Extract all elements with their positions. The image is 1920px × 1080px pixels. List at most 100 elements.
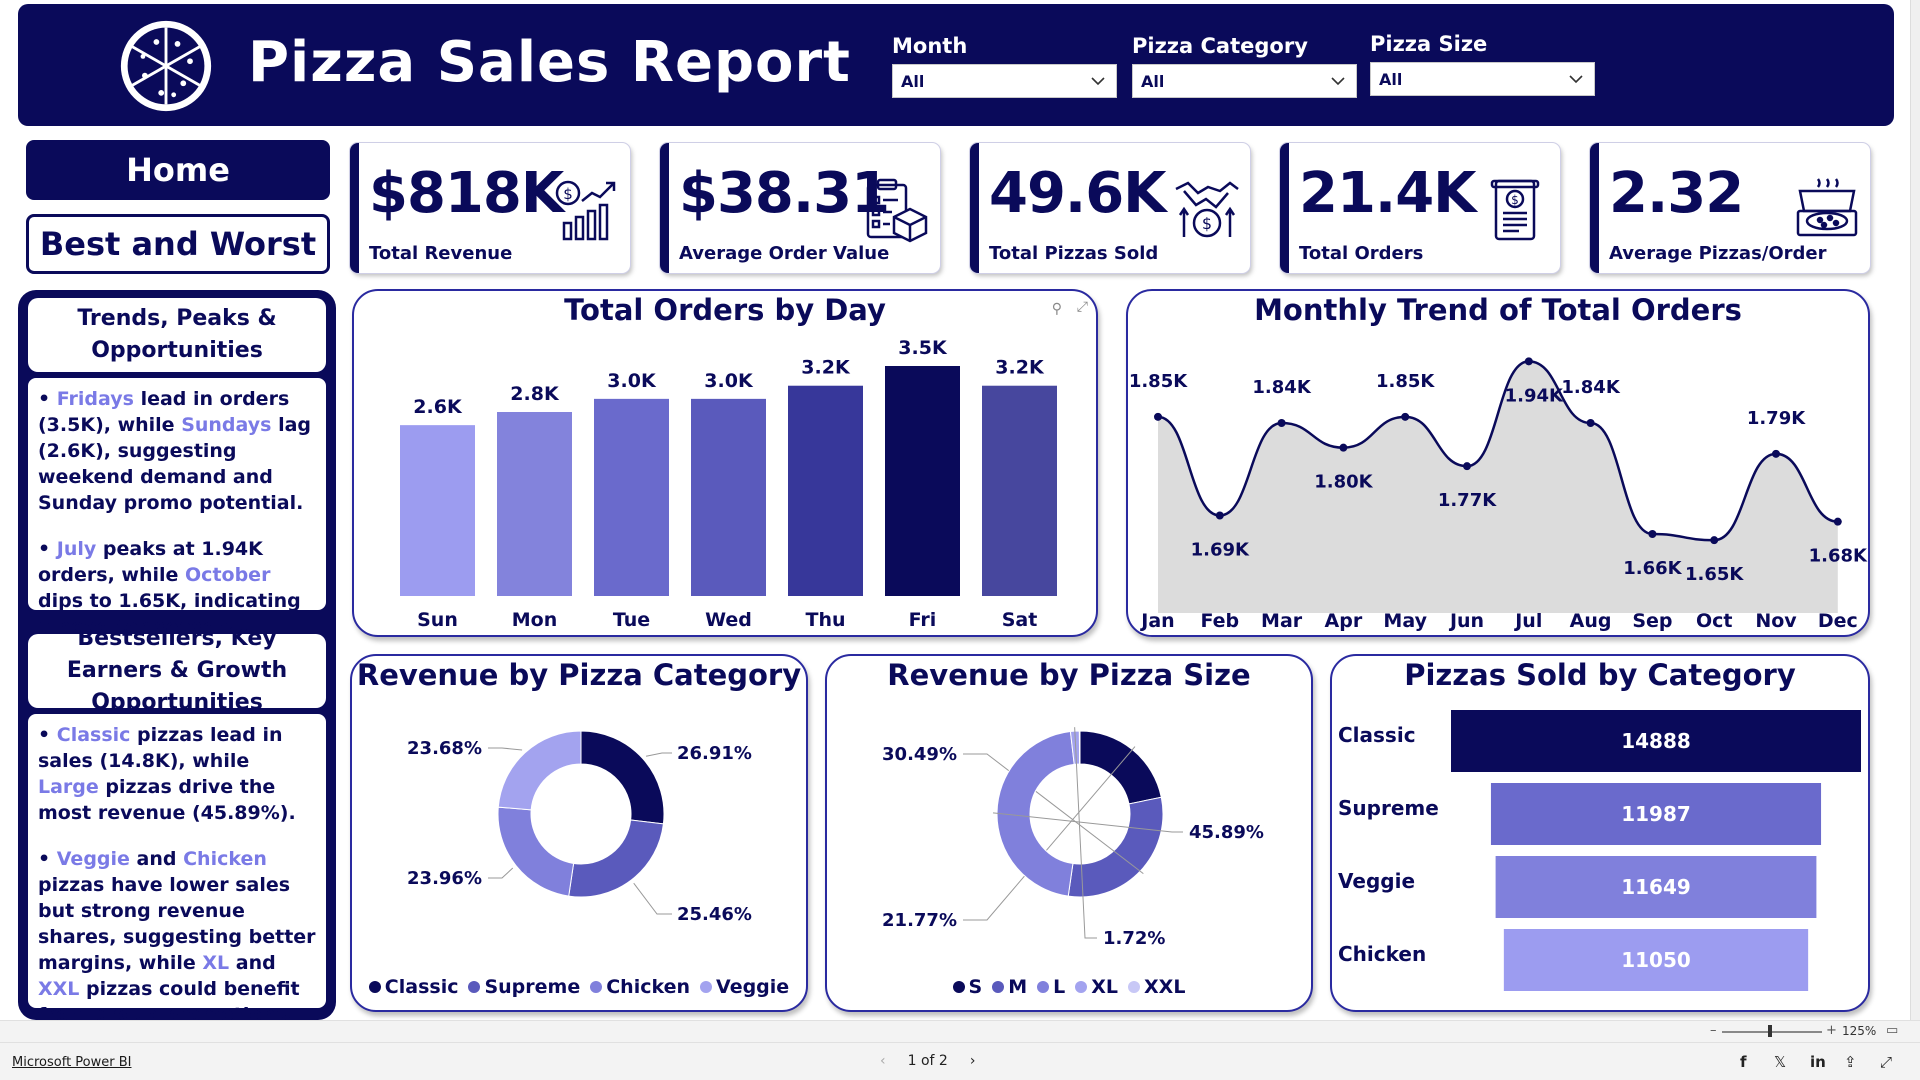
chart-title: Pizzas Sold by Category xyxy=(1404,658,1796,692)
facebook-icon[interactable]: f xyxy=(1740,1053,1747,1071)
insight-highlight: July xyxy=(56,538,97,560)
vertical-scrollbar[interactable] xyxy=(1910,0,1920,1020)
data-label: 11649 xyxy=(1621,875,1691,899)
bar xyxy=(788,385,863,596)
legend-item-xxl[interactable]: XXL xyxy=(1128,976,1185,998)
data-label: 1.84K xyxy=(1561,377,1620,398)
legend-label: Veggie xyxy=(716,976,790,998)
data-point xyxy=(1463,462,1471,471)
legend-label: Supreme xyxy=(484,976,581,998)
insight-highlight: Fridays xyxy=(56,388,134,410)
zoom-level: 125% xyxy=(1842,1024,1877,1038)
bar xyxy=(982,385,1057,596)
data-point xyxy=(1833,517,1842,526)
twitter-icon[interactable]: 𝕏 xyxy=(1774,1053,1786,1071)
data-point xyxy=(1524,357,1533,366)
kpi-average-order-value: $38.31 Average Order Value xyxy=(660,143,940,273)
orders-by-day-card: 2.6K Sun 2.8K Mon 3.0K Tue 3.0K Wed 3.2K Thu 3.5K F… xyxy=(352,289,1098,637)
home-button[interactable]: Home xyxy=(26,140,330,200)
clipboard-box-icon xyxy=(866,178,928,243)
focus-mode-icon[interactable]: ⤢ xyxy=(1077,299,1088,315)
insight-highlight: Large xyxy=(38,776,99,798)
x-tick-label: Fri xyxy=(909,609,937,631)
bar xyxy=(885,366,960,596)
data-label: 1.66K xyxy=(1623,558,1682,579)
insights-section2-title: Bestsellers, Key Earners & Growth Opport… xyxy=(28,626,326,715)
donut-slice xyxy=(1078,730,1081,765)
legend-item-supreme[interactable]: Supreme xyxy=(468,976,580,998)
donut-slice xyxy=(568,819,664,898)
category-dropdown[interactable]: All xyxy=(1132,64,1357,98)
kpi-value: 21.4K xyxy=(1299,161,1477,226)
kpi-value: $38.31 xyxy=(679,161,890,226)
next-page-icon[interactable]: › xyxy=(970,1053,976,1069)
zoom-out-button[interactable]: – xyxy=(1710,1023,1717,1038)
kpi-label: Total Pizzas Sold xyxy=(989,243,1159,264)
insight-text: and xyxy=(129,848,184,870)
legend-item-chicken[interactable]: Chicken xyxy=(590,976,690,998)
linkedin-icon[interactable]: in xyxy=(1810,1053,1826,1071)
kpi-label: Total Orders xyxy=(1299,243,1424,264)
legend-label: XXL xyxy=(1144,976,1186,998)
size-filter-label: Pizza Size xyxy=(1370,32,1488,56)
legend-item-l[interactable]: L xyxy=(1037,976,1065,998)
insight-paragraph: • Veggie and Chicken pizzas have lower s… xyxy=(38,848,316,1026)
pizza-logo-icon xyxy=(120,20,212,112)
leader-line xyxy=(488,867,514,879)
fullscreen-icon[interactable]: ⤢ xyxy=(1880,1053,1892,1071)
category-legend: Classic Supreme Chicken Veggie xyxy=(352,976,806,998)
legend-item-m[interactable]: M xyxy=(992,976,1027,998)
legend-item-xl[interactable]: XL xyxy=(1075,976,1118,998)
power-bi-link[interactable]: Microsoft Power BI xyxy=(12,1055,131,1070)
legend-label: L xyxy=(1053,976,1066,998)
x-tick-label: Wed xyxy=(705,609,752,631)
data-label: 23.68% xyxy=(407,738,482,759)
x-tick-label: Aug xyxy=(1570,610,1612,632)
zoom-slider[interactable] xyxy=(1722,1031,1822,1033)
svg-text:$: $ xyxy=(1511,193,1519,207)
zoom-bar: – + 125% ▭ xyxy=(0,1020,1920,1042)
legend-item-classic[interactable]: Classic xyxy=(368,976,458,998)
x-tick-label: Thu xyxy=(805,609,845,631)
share-icon[interactable]: ⇪ xyxy=(1844,1053,1857,1071)
filter-icon[interactable]: ⚲ xyxy=(1052,301,1062,317)
fit-to-page-icon[interactable]: ▭ xyxy=(1886,1023,1898,1038)
monthly-trend-chart: 1.85K Jan 1.69K Feb 1.84K Mar 1.80K Apr 1.85K May… xyxy=(1129,357,1868,632)
month-dropdown[interactable]: All xyxy=(892,64,1117,98)
insights-section1-body: • Fridays lead in orders (3.5K), while S… xyxy=(28,378,326,664)
revenue-chart-icon: $ xyxy=(555,180,616,241)
size-dropdown[interactable]: All xyxy=(1370,62,1595,96)
insight-highlight: Sundays xyxy=(181,414,272,436)
kpi-total-revenue: $818K Total Revenue $ xyxy=(350,143,630,273)
insights-section1-title: Trends, Peaks & Opportunities xyxy=(28,298,326,372)
month-filter-label: Month xyxy=(892,34,968,58)
chevron-down-icon xyxy=(1331,77,1345,86)
revenue-by-category-chart: 26.91% 25.46% 23.96% 23.68% xyxy=(407,730,752,925)
legend-swatch xyxy=(468,981,481,993)
month-dropdown-value: All xyxy=(901,71,925,91)
leader-line xyxy=(645,752,672,757)
insights-panel: Trends, Peaks & Opportunities • Fridays … xyxy=(18,290,336,1026)
zoom-slider-handle[interactable] xyxy=(1768,1025,1772,1037)
legend-item-s[interactable]: S xyxy=(952,976,983,998)
handshake-money-icon: $ xyxy=(1175,181,1239,238)
zoom-in-button[interactable]: + xyxy=(1826,1023,1837,1038)
insight-paragraph: • Classic pizzas lead in sales (14.8K), … xyxy=(38,724,296,824)
leader-line xyxy=(488,747,523,751)
bar xyxy=(594,398,669,596)
y-tick-label: Veggie xyxy=(1338,869,1415,893)
pizzas-sold-by-category-chart: 14888 Classic 11987 Supreme 11649 Veggie 11050… xyxy=(1338,710,1861,991)
data-point xyxy=(1154,412,1162,421)
prev-page-icon[interactable]: ‹ xyxy=(880,1053,886,1069)
data-label: 1.94K xyxy=(1505,385,1564,406)
legend-label: S xyxy=(968,976,983,998)
data-label: 11987 xyxy=(1621,802,1691,826)
kpi-label: Total Revenue xyxy=(369,243,513,264)
data-label: 2.8K xyxy=(510,383,560,405)
svg-text:$: $ xyxy=(1202,214,1212,233)
legend-item-veggie[interactable]: Veggie xyxy=(700,976,789,998)
size-legend: S M L XL XXL xyxy=(827,976,1311,998)
footer-bar: Microsoft Power BI ‹ 1 of 2 › f 𝕏 in ⇪ ⤢ xyxy=(0,1042,1920,1080)
best-and-worst-button[interactable]: Best and Worst xyxy=(26,214,330,274)
data-label: 1.85K xyxy=(1129,371,1188,392)
